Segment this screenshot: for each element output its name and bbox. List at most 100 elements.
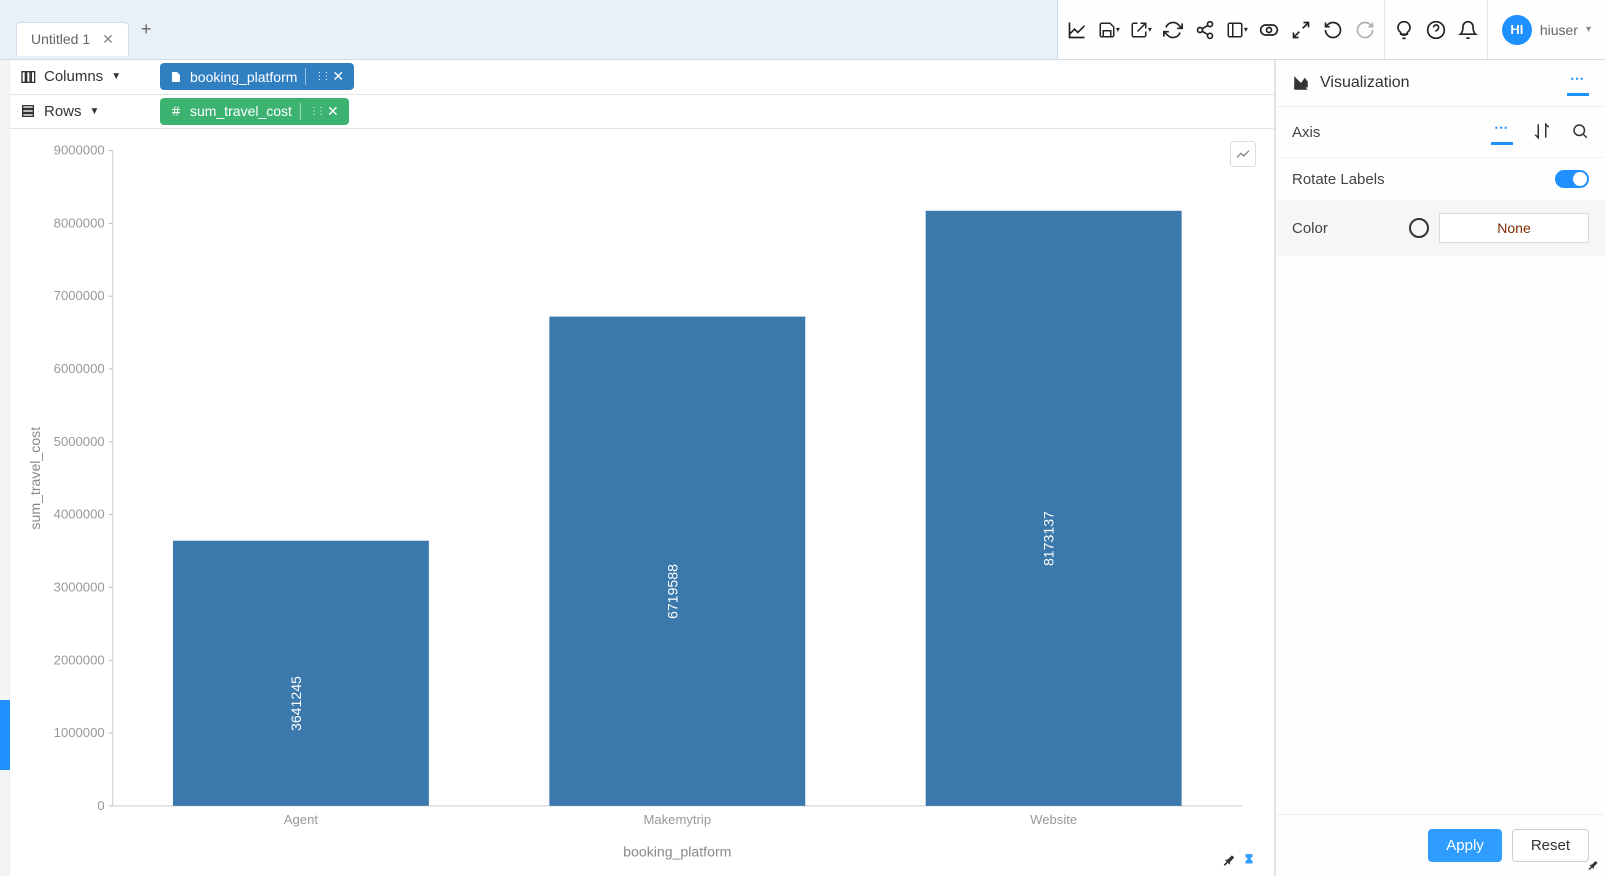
main-column: Columns ▼ booking_platform ⋮⋮ ✕ Rows ▼ s… bbox=[10, 60, 1275, 876]
y-tick-label: 8000000 bbox=[54, 216, 105, 231]
y-tick-label: 1000000 bbox=[54, 725, 105, 740]
add-tab-button[interactable]: + bbox=[141, 19, 152, 40]
viz-title: Visualization bbox=[1320, 74, 1410, 92]
area-chart-icon bbox=[1292, 74, 1310, 92]
avatar: HI bbox=[1502, 15, 1532, 45]
bar[interactable] bbox=[926, 211, 1182, 806]
toolbar-group-help bbox=[1385, 0, 1488, 59]
row-pill-label: sum_travel_cost bbox=[190, 103, 292, 119]
redo-icon[interactable] bbox=[1354, 19, 1376, 41]
worksheet-tab[interactable]: Untitled 1 ✕ bbox=[16, 22, 129, 56]
color-value: None bbox=[1497, 220, 1530, 236]
axis-more-icon[interactable]: ⋯ bbox=[1494, 119, 1510, 135]
line-chart-icon[interactable] bbox=[1066, 19, 1088, 41]
rows-shelf[interactable]: Rows ▼ sum_travel_cost ⋮⋮ ✕ bbox=[10, 95, 1274, 130]
refresh-icon[interactable] bbox=[1162, 19, 1184, 41]
drag-icon[interactable]: ⋮⋮ bbox=[314, 71, 328, 82]
hash-icon bbox=[170, 105, 182, 117]
y-tick-label: 6000000 bbox=[54, 361, 105, 376]
bar-chart[interactable]: 0 1000000 2000000 3000000 4000000 5000000 6000… bbox=[22, 139, 1262, 868]
visualization-panel: Visualization ⋯ Axis ⋯ Rotate Labels bbox=[1275, 60, 1605, 876]
axis-label: Axis bbox=[1292, 124, 1320, 141]
user-menu[interactable]: HI hiuser ▾ bbox=[1488, 15, 1605, 45]
color-ring-icon[interactable] bbox=[1409, 218, 1429, 238]
y-tick-label: 4000000 bbox=[54, 507, 105, 522]
column-pill-label: booking_platform bbox=[190, 69, 297, 85]
main-toolbar: ▾ ▾ ▾ HI hiuser ▾ bbox=[1057, 0, 1605, 59]
color-label: Color bbox=[1292, 220, 1328, 237]
apply-button[interactable]: Apply bbox=[1428, 829, 1502, 862]
save-icon[interactable]: ▾ bbox=[1098, 19, 1120, 41]
bulb-icon[interactable] bbox=[1393, 19, 1415, 41]
y-tick-label: 2000000 bbox=[54, 652, 105, 667]
more-icon[interactable]: ⋯ bbox=[1570, 70, 1586, 86]
color-row: Color None bbox=[1276, 201, 1605, 256]
remove-icon[interactable]: ✕ bbox=[332, 68, 344, 85]
bar[interactable] bbox=[549, 317, 805, 806]
hourglass-icon[interactable] bbox=[1242, 853, 1256, 870]
columns-shelf-header[interactable]: Columns ▼ bbox=[20, 68, 150, 85]
rotate-labels-row: Rotate Labels bbox=[1276, 158, 1605, 201]
left-rail-indicator bbox=[0, 700, 10, 770]
export-icon[interactable]: ▾ bbox=[1130, 19, 1152, 41]
fullscreen-icon[interactable] bbox=[1290, 19, 1312, 41]
bar-value-label: 6719588 bbox=[664, 564, 680, 619]
x-axis-label: booking_platform bbox=[623, 843, 731, 859]
undo-icon[interactable] bbox=[1322, 19, 1344, 41]
bar-value-label: 8173137 bbox=[1041, 511, 1057, 566]
column-pill[interactable]: booking_platform ⋮⋮ ✕ bbox=[160, 63, 354, 90]
y-tick-label: 9000000 bbox=[54, 143, 105, 158]
row-pill[interactable]: sum_travel_cost ⋮⋮ ✕ bbox=[160, 98, 349, 125]
drag-icon[interactable]: ⋮⋮ bbox=[309, 106, 323, 117]
viz-header: Visualization ⋯ bbox=[1276, 60, 1605, 107]
top-bar: Untitled 1 ✕ + ▾ ▾ ▾ HI hiuser ▾ bbox=[0, 0, 1605, 60]
tab-strip: Untitled 1 ✕ + bbox=[0, 0, 151, 59]
username: hiuser bbox=[1540, 22, 1578, 38]
chart-area: 0 1000000 2000000 3000000 4000000 5000000 6000… bbox=[10, 129, 1274, 876]
color-select[interactable]: None bbox=[1439, 213, 1589, 243]
active-indicator bbox=[1567, 93, 1589, 96]
caret-down-icon: ▼ bbox=[111, 71, 121, 82]
y-tick-label: 3000000 bbox=[54, 580, 105, 595]
sort-icon[interactable] bbox=[1533, 122, 1551, 143]
y-tick-label: 0 bbox=[97, 798, 104, 813]
remove-icon[interactable]: ✕ bbox=[327, 103, 339, 120]
search-icon[interactable] bbox=[1571, 122, 1589, 143]
document-icon bbox=[170, 71, 182, 83]
close-icon[interactable]: ✕ bbox=[102, 31, 114, 48]
pin-icon[interactable] bbox=[1222, 853, 1236, 870]
pin-controls bbox=[1222, 853, 1256, 870]
trend-icon bbox=[1235, 146, 1251, 162]
columns-icon bbox=[20, 69, 36, 85]
content: Columns ▼ booking_platform ⋮⋮ ✕ Rows ▼ s… bbox=[0, 60, 1605, 876]
share-icon[interactable] bbox=[1194, 19, 1216, 41]
chart-options-button[interactable] bbox=[1230, 141, 1256, 167]
columns-label: Columns bbox=[44, 68, 103, 85]
pin-icon[interactable] bbox=[1587, 858, 1599, 874]
help-icon[interactable] bbox=[1425, 19, 1447, 41]
eye-icon[interactable] bbox=[1258, 19, 1280, 41]
bar[interactable] bbox=[173, 541, 429, 806]
left-rail[interactable] bbox=[0, 60, 10, 876]
rotate-labels-toggle[interactable] bbox=[1555, 170, 1589, 188]
x-tick-label: Agent bbox=[284, 812, 319, 827]
caret-down-icon: ▼ bbox=[90, 106, 100, 117]
rows-shelf-header[interactable]: Rows ▼ bbox=[20, 103, 150, 120]
columns-shelf[interactable]: Columns ▼ booking_platform ⋮⋮ ✕ bbox=[10, 60, 1274, 95]
y-tick-label: 7000000 bbox=[54, 288, 105, 303]
layout-icon[interactable]: ▾ bbox=[1226, 19, 1248, 41]
axis-row: Axis ⋯ bbox=[1276, 107, 1605, 158]
toolbar-group-charts: ▾ ▾ ▾ bbox=[1058, 0, 1385, 59]
viz-footer: Apply Reset bbox=[1276, 814, 1605, 876]
x-tick-label: Website bbox=[1030, 812, 1077, 827]
bell-icon[interactable] bbox=[1457, 19, 1479, 41]
y-axis-label: sum_travel_cost bbox=[27, 427, 43, 530]
chevron-down-icon: ▾ bbox=[1586, 24, 1591, 35]
y-tick-label: 5000000 bbox=[54, 434, 105, 449]
reset-button[interactable]: Reset bbox=[1512, 829, 1589, 862]
rotate-labels-label: Rotate Labels bbox=[1292, 171, 1385, 188]
rows-label: Rows bbox=[44, 103, 82, 120]
tab-title: Untitled 1 bbox=[31, 31, 90, 47]
rows-icon bbox=[20, 103, 36, 119]
bar-value-label: 3641245 bbox=[288, 676, 304, 731]
